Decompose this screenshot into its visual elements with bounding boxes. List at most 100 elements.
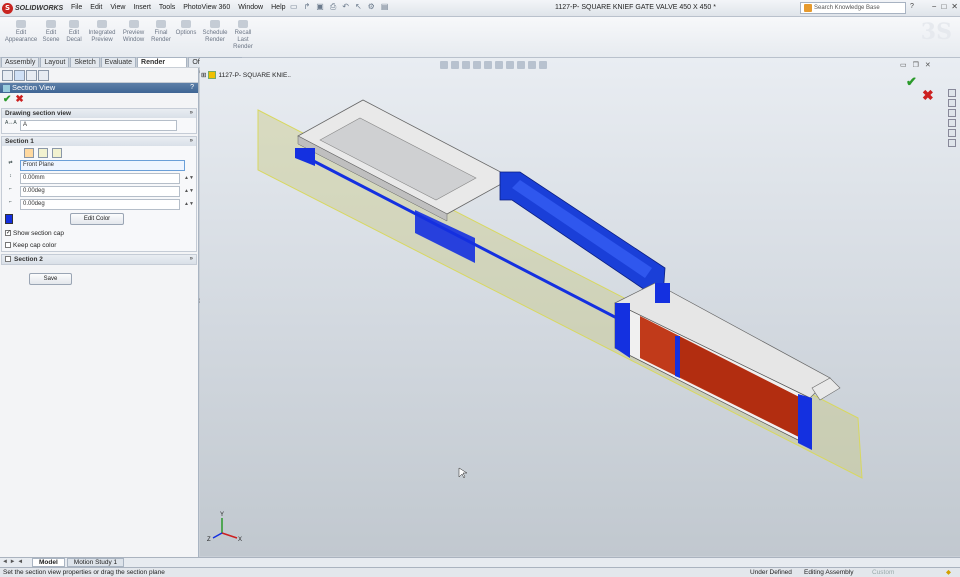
print-icon[interactable]: ⎙ [330, 2, 336, 12]
edit-decal-button[interactable]: Edit Decal [64, 20, 84, 44]
tab-nav-arrows-icon[interactable]: ◄ ► ◄ ► [2, 558, 30, 574]
status-units[interactable]: Custom [872, 568, 894, 577]
section2-checkbox[interactable] [5, 256, 11, 262]
solidworks-resources-icon[interactable] [948, 89, 956, 97]
menu-file[interactable]: File [67, 2, 86, 13]
offset-spinner[interactable]: ▲▼ [184, 176, 194, 181]
menu-photoview[interactable]: PhotoView 360 [179, 2, 234, 13]
options-icon [181, 20, 191, 28]
file-explorer-icon[interactable] [948, 109, 956, 117]
viewport-minimize-icon[interactable]: ▭ [900, 61, 907, 69]
preview-window-button[interactable]: Preview Window [120, 20, 147, 44]
drawing-section-header[interactable]: Drawing section view » [2, 109, 196, 118]
panel-help-icon[interactable]: ? [190, 83, 194, 93]
triad-z-label: Z [207, 537, 211, 543]
tree-expand-icon[interactable]: ⊞ [201, 71, 206, 79]
final-render-button[interactable]: Final Render [150, 20, 172, 44]
confirmation-ok-icon[interactable]: ✔ [906, 74, 917, 90]
tab-sketch[interactable]: Sketch [70, 57, 100, 67]
tab-assembly[interactable]: Assembly [1, 57, 40, 67]
schedule-render-button[interactable]: Schedule Render [201, 20, 229, 44]
file-properties-icon[interactable]: ▤ [381, 2, 389, 12]
ok-checkmark-icon[interactable]: ✔ [3, 95, 11, 105]
undo-icon[interactable]: ↶ [342, 2, 349, 12]
show-section-cap-checkbox[interactable]: ✓ Show section cap [2, 227, 196, 239]
zoom-to-fit-icon[interactable] [440, 61, 448, 69]
recall-last-render-button[interactable]: Recall Last Render [231, 20, 255, 51]
display-manager-icon[interactable] [38, 70, 49, 81]
custom-properties-icon[interactable] [948, 139, 956, 147]
status-rebuild-icon[interactable]: ◆ [946, 568, 951, 577]
rebuild-icon[interactable]: ⚙ [368, 2, 375, 12]
angle-x-field[interactable]: 0.00deg [20, 186, 180, 197]
view-palette-icon[interactable] [948, 119, 956, 127]
appearances-icon[interactable] [948, 129, 956, 137]
flyout-feature-tree[interactable]: ⊞ 1127-P- SQUARE KNIE.. [201, 71, 291, 79]
section2-header[interactable]: Section 2 » [2, 255, 196, 264]
confirmation-cancel-icon[interactable]: ✖ [922, 87, 934, 104]
edit-scene-button[interactable]: Edit Scene [41, 20, 61, 44]
tab-render-tools[interactable]: Render Tools [137, 57, 188, 76]
open-icon[interactable]: ↱ [304, 2, 311, 12]
front-plane-icon[interactable] [24, 147, 34, 158]
keep-cap-color-checkbox[interactable]: Keep cap color [2, 239, 196, 251]
angle-x-row: ⌐ 0.00deg ▲▼ [2, 185, 196, 198]
save-icon[interactable]: ▣ [316, 2, 324, 12]
viewport-close-icon[interactable]: ✕ [925, 61, 931, 69]
apply-scene-icon[interactable] [528, 61, 536, 69]
offset-distance-field[interactable]: 0.00mm [20, 173, 180, 184]
tab-layout[interactable]: Layout [40, 57, 70, 67]
design-library-icon[interactable] [948, 99, 956, 107]
help-icon[interactable]: ? [910, 3, 914, 10]
close-icon[interactable]: ✕ [951, 2, 958, 11]
menu-window[interactable]: Window [234, 2, 267, 13]
edit-appearance-button[interactable]: Edit Appearance [2, 20, 40, 44]
save-button[interactable]: Save [29, 273, 72, 285]
display-style-icon[interactable] [495, 61, 503, 69]
solidworks-logo[interactable]: S SOLIDWORKS [2, 1, 65, 16]
options-button[interactable]: Options [174, 20, 198, 37]
section1-header[interactable]: Section 1 » [2, 137, 196, 146]
collapse-chevron-icon[interactable]: » [190, 109, 193, 118]
cap-color-swatch [5, 214, 13, 224]
right-plane-icon[interactable] [52, 147, 62, 158]
feature-manager-icon[interactable] [2, 70, 13, 81]
tab-evaluate[interactable]: Evaluate [100, 57, 137, 67]
top-plane-icon[interactable] [38, 147, 48, 158]
menu-view[interactable]: View [106, 2, 129, 13]
angle-x-spinner[interactable]: ▲▼ [184, 189, 194, 194]
view-settings-icon[interactable] [539, 61, 547, 69]
edit-color-button[interactable]: Edit Color [70, 213, 124, 225]
reference-plane-field[interactable]: Front Plane [20, 160, 185, 171]
integrated-preview-button[interactable]: Integrated Preview [86, 20, 118, 44]
viewport-restore-icon[interactable]: ❐ [913, 61, 919, 69]
menu-help[interactable]: Help [267, 2, 289, 13]
configuration-manager-icon[interactable] [26, 70, 37, 81]
view-orientation-icon[interactable] [484, 61, 492, 69]
angle-y-spinner[interactable]: ▲▼ [184, 202, 194, 207]
minimize-icon[interactable]: − [932, 2, 937, 11]
menu-tools[interactable]: Tools [155, 2, 179, 13]
maximize-icon[interactable]: □ [941, 2, 946, 11]
select-icon[interactable]: ↖ [355, 2, 362, 12]
reverse-direction-icon[interactable]: ⇄ [5, 160, 16, 171]
menu-insert[interactable]: Insert [129, 2, 155, 13]
section-name-field[interactable]: A [20, 120, 177, 131]
tab-model[interactable]: Model [32, 558, 65, 567]
logo-text: SOLIDWORKS [15, 5, 64, 12]
angle-y-field[interactable]: 0.00deg [20, 199, 180, 210]
rotation-y-icon: ⌐ [9, 198, 12, 205]
tab-motion-study[interactable]: Motion Study 1 [66, 558, 125, 567]
section-view-toggle-icon[interactable] [473, 61, 481, 69]
cancel-x-icon[interactable]: ✖ [15, 95, 23, 105]
previous-view-icon[interactable] [462, 61, 470, 69]
new-document-icon[interactable]: ▭ [290, 2, 298, 12]
search-input[interactable]: Search Knowledge Base [800, 2, 906, 14]
property-manager-icon[interactable] [14, 70, 25, 81]
edit-appearance-hud-icon[interactable] [517, 61, 525, 69]
hide-show-items-icon[interactable] [506, 61, 514, 69]
collapse-chevron-icon[interactable]: » [190, 137, 193, 146]
zoom-area-icon[interactable] [451, 61, 459, 69]
expand-chevron-icon[interactable]: » [190, 255, 193, 264]
menu-edit[interactable]: Edit [86, 2, 106, 13]
